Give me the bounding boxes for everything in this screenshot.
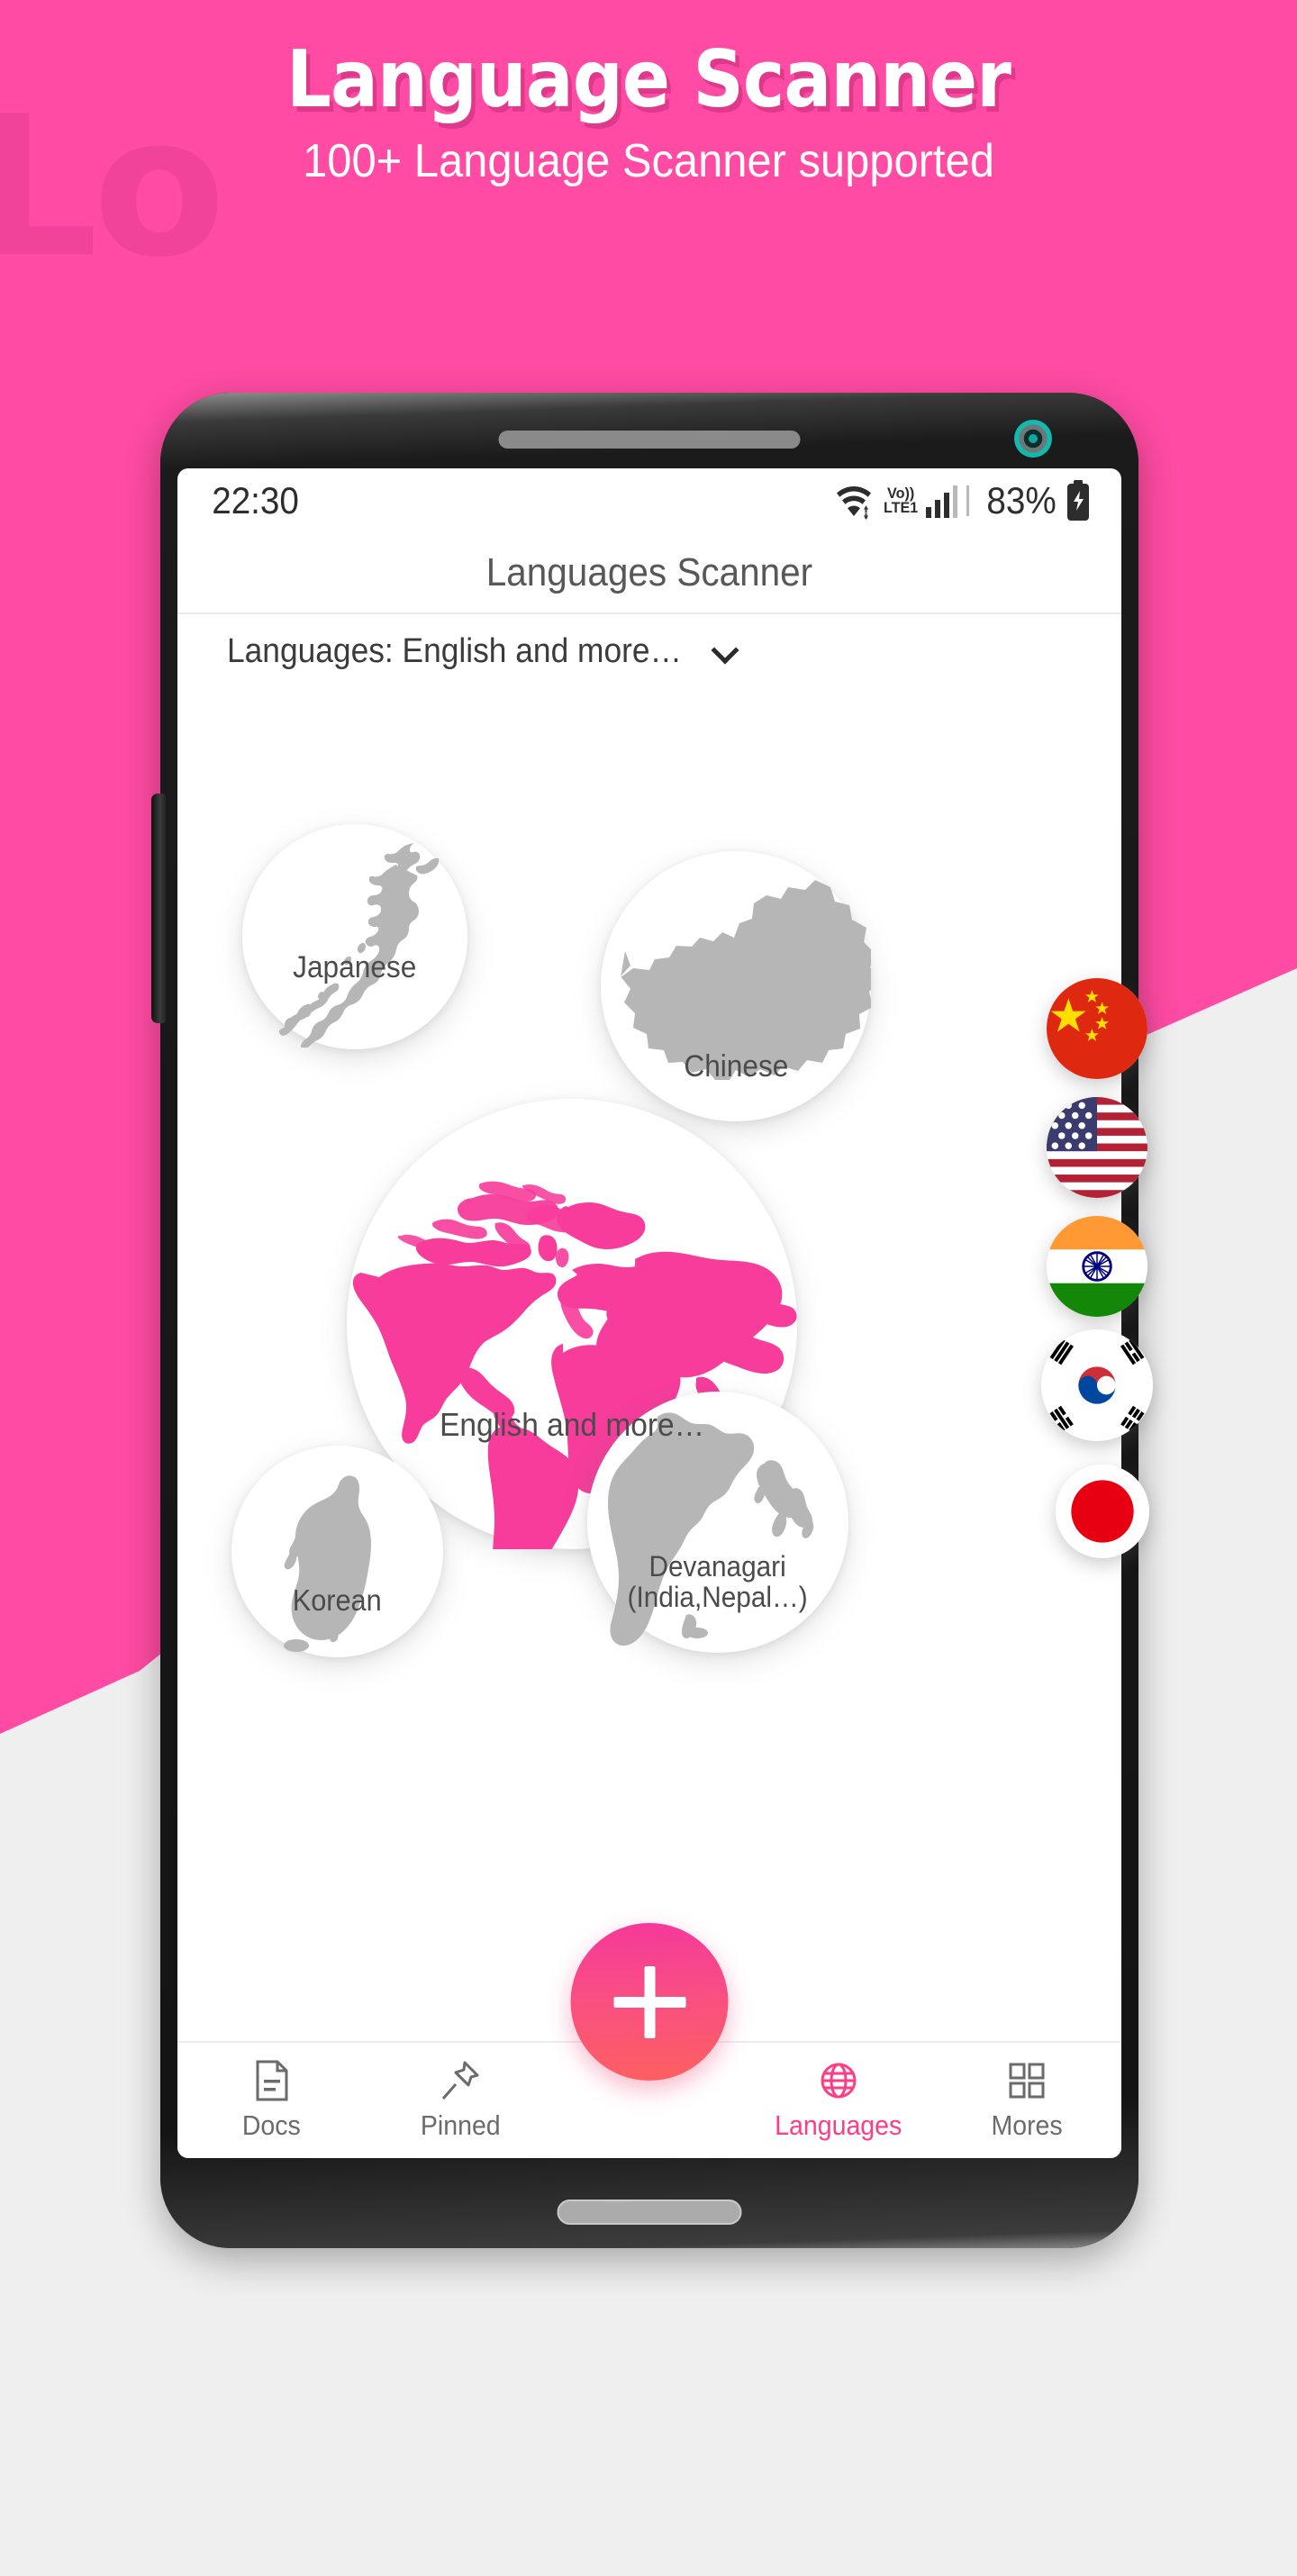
battery-charging-icon — [1067, 480, 1089, 521]
language-bubble-japanese[interactable]: Japanese — [242, 824, 467, 1049]
promo-header: Language Scanner 100+ Language Scanner s… — [0, 33, 1297, 188]
nav-label: Languages — [774, 2109, 902, 2141]
app-screen: 22:30 Vo)) LTE1 83% Languages Scanner La… — [177, 468, 1121, 2158]
china-flag-icon[interactable] — [1047, 978, 1147, 1079]
signal-bars-icon — [925, 485, 957, 518]
plus-icon — [613, 1965, 685, 2038]
phone-home-indicator[interactable] — [557, 2200, 742, 2225]
india-flag-icon[interactable] — [1047, 1216, 1147, 1317]
promo-headline: Language Scanner — [286, 33, 1011, 125]
add-button[interactable] — [570, 1923, 729, 2081]
grid-icon — [1009, 2063, 1045, 2098]
nav-item-mores[interactable]: Mores — [932, 2060, 1121, 2142]
language-selector-label: Languages: English and more… — [227, 632, 682, 670]
volte-indicator: Vo)) LTE1 — [883, 485, 918, 516]
status-bar: 22:30 Vo)) LTE1 83% — [177, 468, 1121, 533]
bubble-label: Devanagari (India,Nepal…) — [628, 1551, 808, 1653]
usa-flag-icon[interactable] — [1047, 1097, 1147, 1198]
bubble-label-line2: (India,Nepal…) — [627, 1581, 809, 1614]
nav-label: Docs — [242, 2109, 302, 2141]
status-divider — [966, 485, 969, 516]
page-title: Languages Scanner — [485, 550, 813, 594]
chevron-down-icon — [713, 640, 737, 664]
document-icon — [256, 2060, 288, 2100]
nav-item-docs[interactable]: Docs — [177, 2060, 367, 2142]
language-selector[interactable]: Languages: English and more… — [210, 632, 737, 671]
nav-label: Mores — [991, 2109, 1063, 2141]
language-bubble-korean[interactable]: Korean — [231, 1446, 443, 1657]
phone-mockup: 22:30 Vo)) LTE1 83% Languages Scanner La… — [151, 393, 1138, 2248]
bubble-label-line1: Devanagari — [648, 1549, 787, 1583]
nav-item-languages[interactable]: Languages — [744, 2060, 933, 2142]
bubble-label: Korean — [293, 1583, 382, 1618]
phone-side-button[interactable] — [151, 794, 166, 1023]
phone-speaker-grille — [498, 431, 801, 449]
battery-percent-label: 83% — [986, 479, 1057, 522]
globe-icon — [821, 2063, 857, 2098]
wifi-icon — [836, 486, 871, 520]
japan-flag-icon[interactable] — [1056, 1465, 1149, 1558]
language-bubble-chinese[interactable]: Chinese — [601, 851, 871, 1121]
front-camera-icon — [1014, 420, 1052, 458]
nav-item-pinned[interactable]: Pinned — [367, 2060, 556, 2142]
pin-icon — [442, 2061, 479, 2100]
bubble-label: English and more… — [439, 1406, 705, 1444]
south-korea-flag-icon[interactable] — [1041, 1329, 1153, 1441]
status-indicators: Vo)) LTE1 83% — [835, 479, 1091, 522]
nav-label: Pinned — [420, 2109, 501, 2141]
bubble-label: Japanese — [293, 950, 417, 985]
status-clock: 22:30 — [212, 479, 299, 522]
app-bar: Languages Scanner — [177, 533, 1121, 614]
bubble-label: Chinese — [683, 1049, 789, 1084]
volte-label-bottom: LTE1 — [883, 499, 918, 516]
promo-subheadline: 100+ Language Scanner supported — [303, 135, 994, 188]
